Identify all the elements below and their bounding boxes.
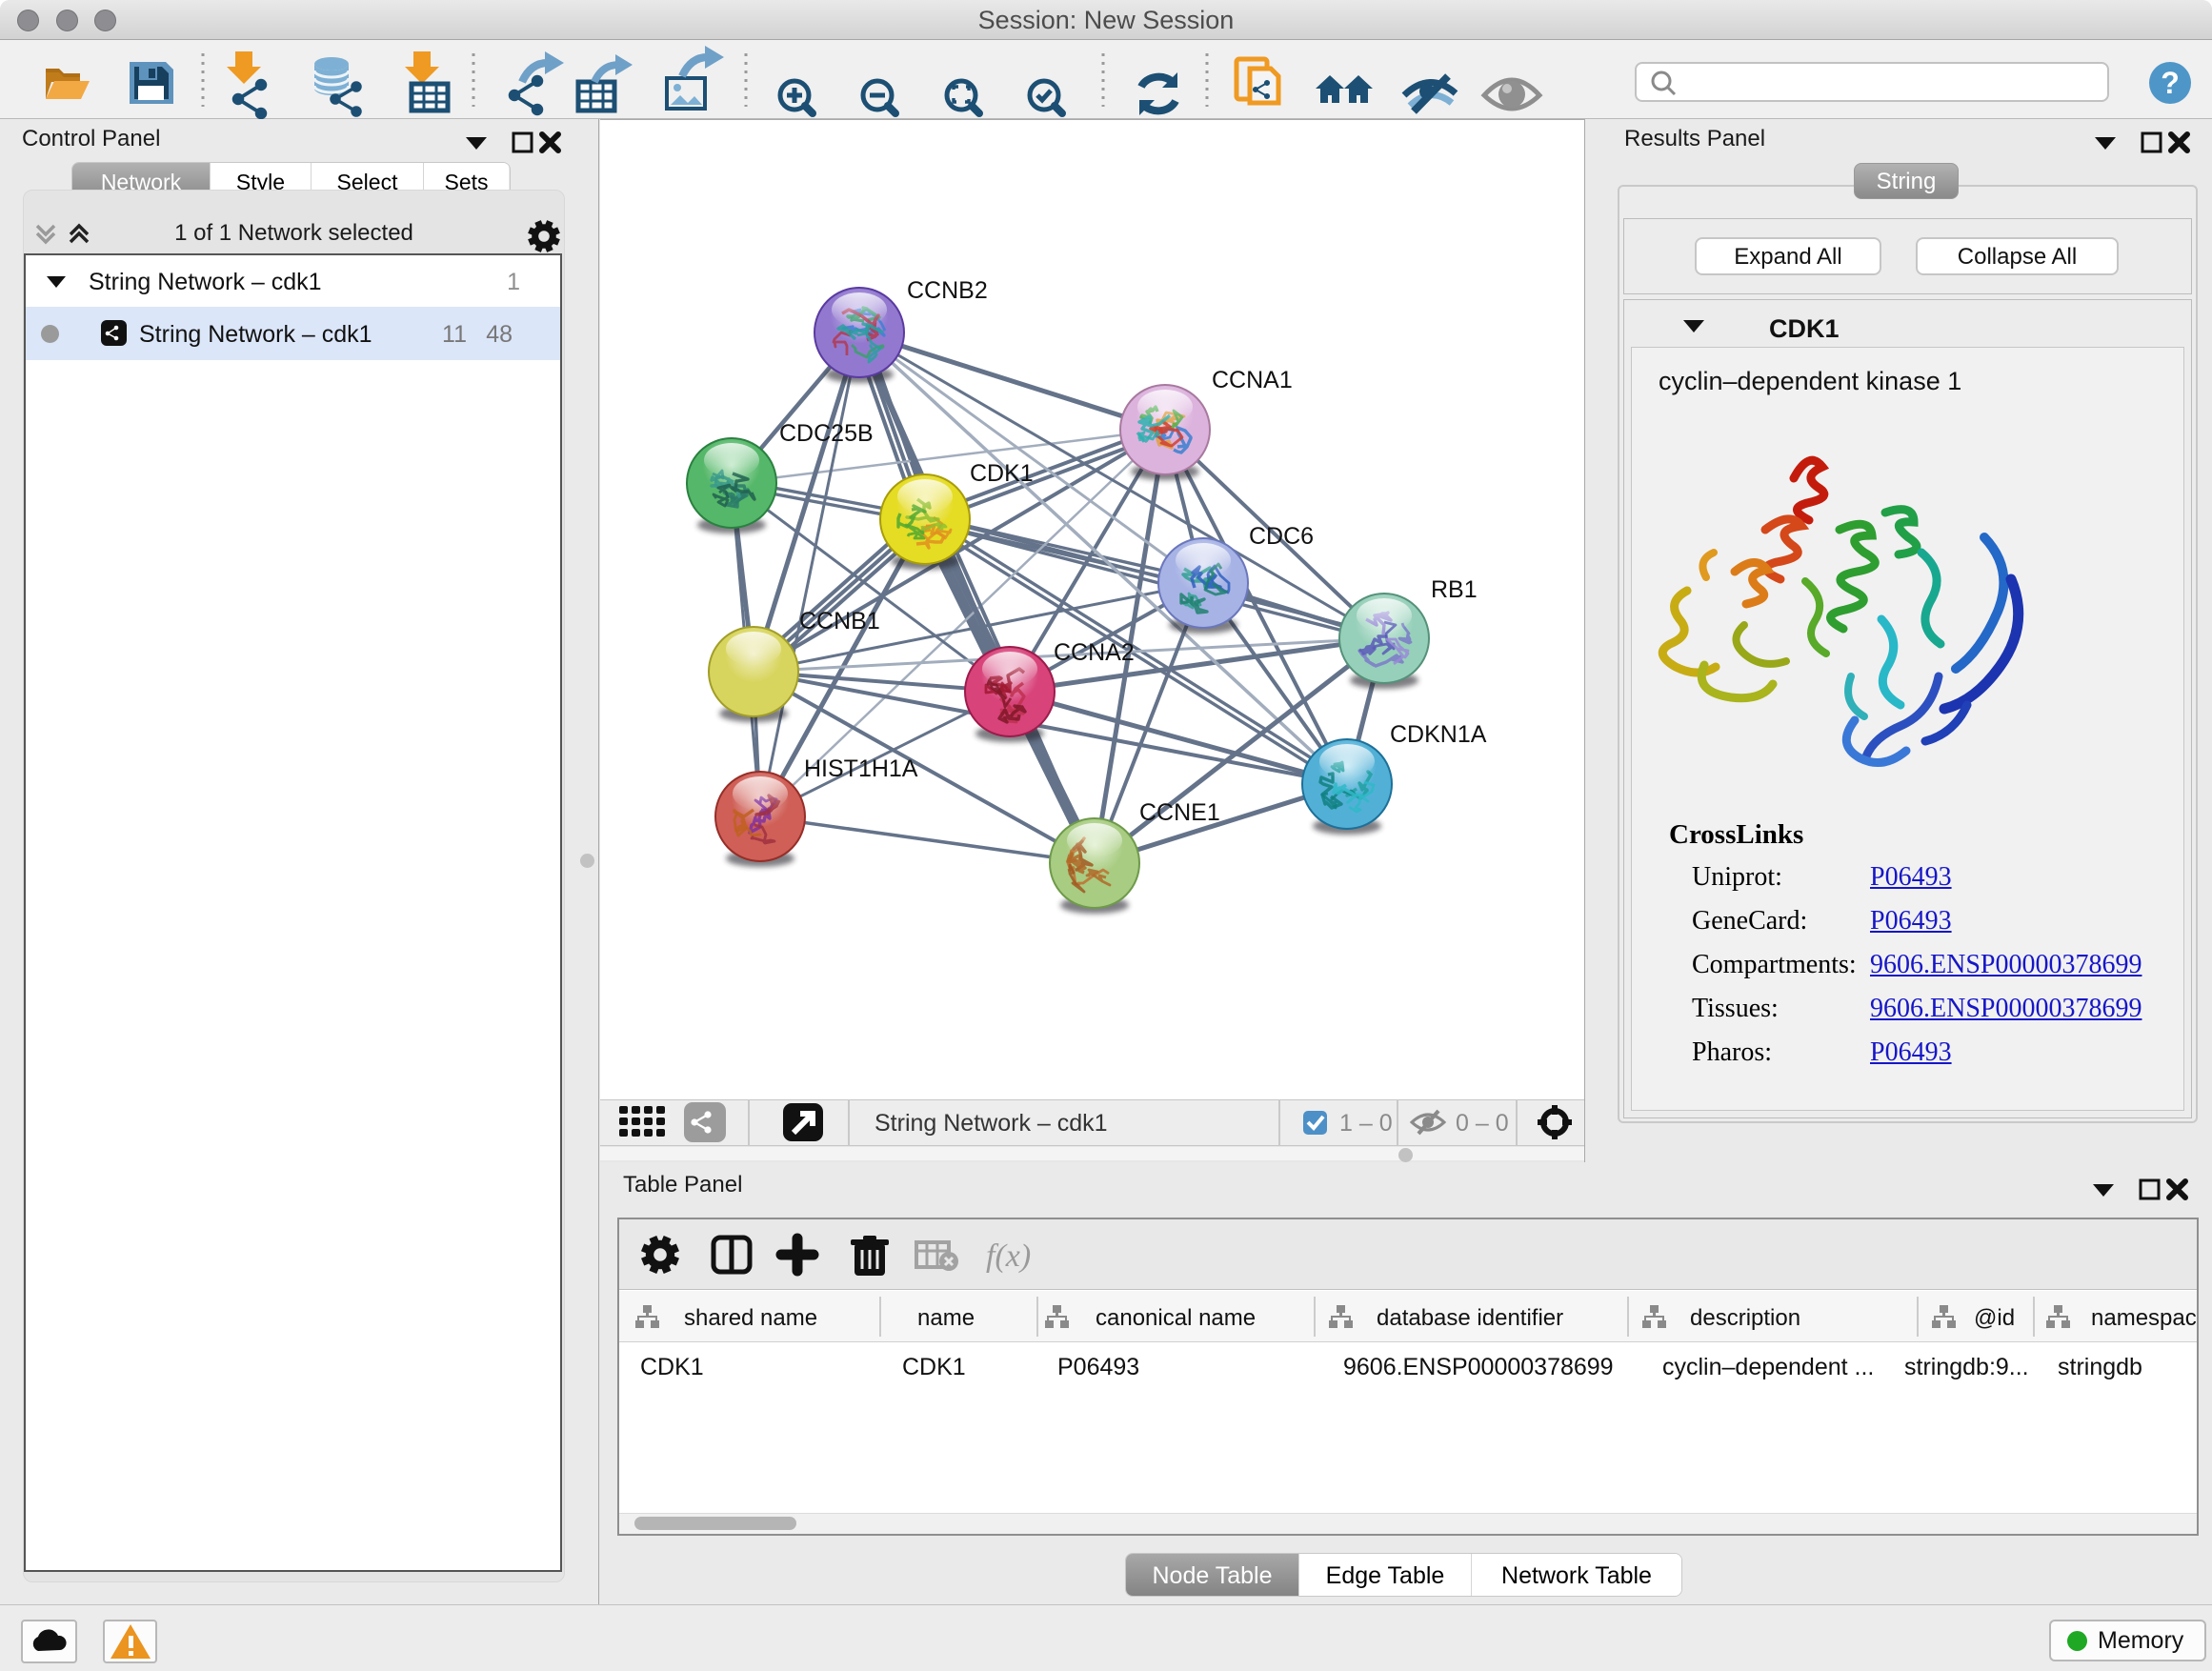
svg-text:namespac: namespac [2091, 1305, 2197, 1331]
svg-text:CCNA1: CCNA1 [1212, 367, 1293, 393]
svg-text:0 – 0: 0 – 0 [1456, 1110, 1509, 1137]
svg-text:CDC25B: CDC25B [779, 420, 874, 447]
svg-text:1 – 0: 1 – 0 [1339, 1110, 1393, 1137]
svg-text:description: description [1690, 1305, 1800, 1331]
svg-text:name: name [917, 1305, 975, 1331]
svg-text:CCNB2: CCNB2 [907, 277, 988, 304]
svg-text:f(x): f(x) [986, 1238, 1031, 1274]
svg-text:CDKN1A: CDKN1A [1390, 721, 1487, 748]
svg-text:RB1: RB1 [1431, 576, 1478, 603]
svg-text:canonical name: canonical name [1096, 1305, 1256, 1331]
svg-text:HIST1H1A: HIST1H1A [804, 755, 918, 782]
svg-text:String Network – cdk1: String Network – cdk1 [875, 1110, 1108, 1137]
svg-text:CDC6: CDC6 [1249, 523, 1314, 550]
svg-text:CDK1: CDK1 [970, 460, 1034, 487]
svg-text:database identifier: database identifier [1377, 1305, 1563, 1331]
svg-text:shared name: shared name [684, 1305, 817, 1331]
svg-text:@id: @id [1974, 1305, 2015, 1331]
svg-text:CCNA2: CCNA2 [1054, 639, 1135, 666]
svg-text:CCNE1: CCNE1 [1139, 799, 1220, 826]
svg-text:CCNB1: CCNB1 [799, 608, 880, 634]
